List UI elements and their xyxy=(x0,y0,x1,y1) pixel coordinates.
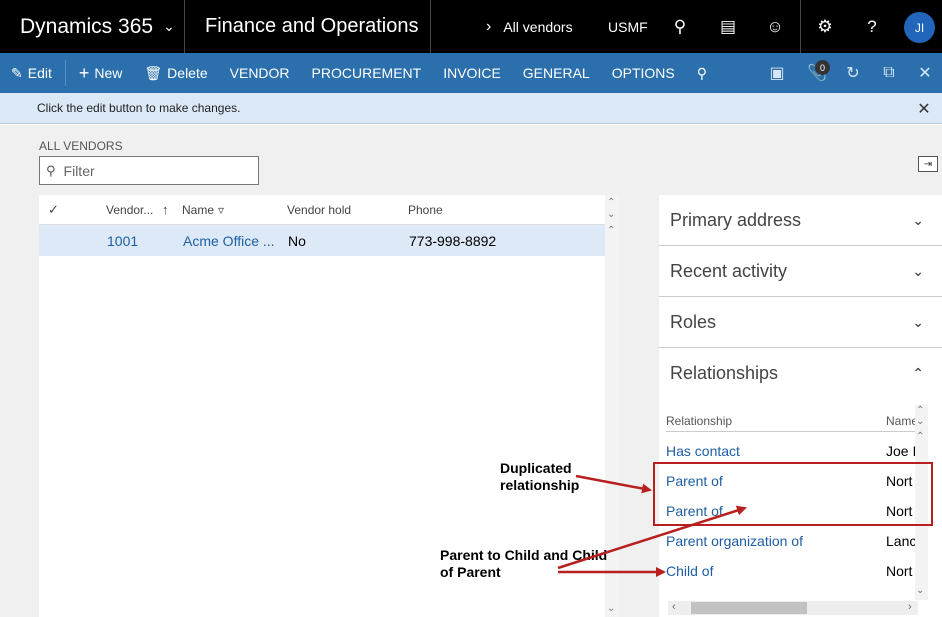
relationship-name: Nort xyxy=(886,563,913,579)
column-phone[interactable]: Phone xyxy=(408,203,443,217)
scrollbar-thumb[interactable] xyxy=(691,602,807,614)
annotation-parent-child: Parent to Child and Child of Parent xyxy=(440,547,607,581)
vendor-hold-value: No xyxy=(288,232,306,249)
filter-input[interactable]: ⚲ Filter xyxy=(39,156,259,185)
annotation-line: Parent to Child and Child xyxy=(440,547,608,563)
filter-funnel-icon[interactable]: ▿ xyxy=(218,203,224,217)
office-icon[interactable]: ▣ xyxy=(760,53,794,93)
edit-label: Edit xyxy=(27,65,52,81)
trash-icon: 🗑 xyxy=(144,64,163,81)
open-new-window-icon[interactable]: ⧉ xyxy=(872,53,906,93)
new-button[interactable]: + New xyxy=(68,53,134,93)
feedback-smiley-icon[interactable]: ☺ xyxy=(755,0,795,53)
relationship-type[interactable]: Child of xyxy=(666,563,713,579)
factbox-recent-activity[interactable]: Recent activity ⌄ xyxy=(659,246,942,297)
refresh-icon[interactable]: ↻ xyxy=(836,53,870,93)
chevron-down-icon: ⌄ xyxy=(912,211,924,228)
chevron-down-icon: ⌄ xyxy=(912,262,924,279)
factbox-relationships[interactable]: Relationships ⌃ xyxy=(659,348,942,399)
factbox-title: Primary address xyxy=(670,209,802,230)
chevron-right-icon: › xyxy=(486,17,492,35)
delete-label: Delete xyxy=(167,65,208,81)
grid-header: ✓ Vendor... ↑ Name ▿ Vendor hold Phone xyxy=(39,195,605,225)
factbox-title: Roles xyxy=(670,311,717,332)
brand-label: Dynamics 365 xyxy=(20,14,154,38)
column-relationship[interactable]: Relationship xyxy=(666,414,732,428)
factbox-pane: Primary address ⌄ Recent activity ⌄ Role… xyxy=(659,195,942,617)
company-picker[interactable]: USMF xyxy=(608,0,648,53)
avatar[interactable]: JI xyxy=(904,12,935,43)
table-row[interactable]: 1001 Acme Office ... No 773-998-8892 xyxy=(39,225,605,256)
chevron-up-icon: ⌃ xyxy=(912,365,924,381)
annotation-duplicated: Duplicated relationship xyxy=(500,460,579,494)
relationship-type[interactable]: Parent organization of xyxy=(666,533,803,549)
table-row[interactable]: Parent organization of Lanc xyxy=(666,533,919,563)
relationship-name: Lanc xyxy=(886,533,917,549)
sort-ascending-icon: ↑ xyxy=(162,202,169,217)
column-vendor-account[interactable]: Vendor... xyxy=(106,203,153,217)
chevron-down-icon: ⌄ xyxy=(912,313,924,330)
column-name[interactable]: Name xyxy=(886,414,918,428)
column-vendor-hold[interactable]: Vendor hold xyxy=(287,203,351,217)
app-name: Finance and Operations xyxy=(185,0,431,53)
list-caption: ALL VENDORS xyxy=(39,139,123,153)
close-icon[interactable]: ✕ xyxy=(908,53,942,93)
edit-button[interactable]: ✎ Edit xyxy=(0,53,63,93)
relationships-grid-header: Relationship Name xyxy=(666,412,919,432)
search-icon[interactable]: ⚲ xyxy=(686,53,718,93)
content-area: ALL VENDORS ⚲ Filter ⇥ ✓ Vendor... ↑ Nam… xyxy=(0,125,942,617)
gear-icon[interactable]: ⚙ xyxy=(805,0,845,53)
tab-procurement[interactable]: PROCUREMENT xyxy=(301,53,433,93)
column-name[interactable]: Name xyxy=(182,203,214,217)
help-icon[interactable]: ? xyxy=(852,0,892,53)
search-icon[interactable]: ⚲ xyxy=(660,0,700,53)
breadcrumb[interactable]: › All vendors xyxy=(486,0,573,53)
message-text: Click the edit button to make changes. xyxy=(37,101,241,115)
factbox-title: Relationships xyxy=(670,363,779,383)
attachment-count-badge: 0 xyxy=(815,60,830,75)
select-all-checkbox[interactable]: ✓ xyxy=(48,202,59,218)
tab-invoice[interactable]: INVOICE xyxy=(432,53,512,93)
tab-options[interactable]: OPTIONS xyxy=(601,53,686,93)
chevron-down-icon: ⌄ xyxy=(163,18,175,34)
annotation-line: relationship xyxy=(500,477,580,493)
annotation-line: of Parent xyxy=(440,564,501,580)
search-icon: ⚲ xyxy=(46,162,56,178)
vendor-name-link[interactable]: Acme Office ... xyxy=(183,233,279,249)
table-row[interactable]: Child of Nort xyxy=(666,563,919,593)
duplicate-highlight-box xyxy=(653,462,933,526)
tab-general[interactable]: GENERAL xyxy=(512,53,601,93)
pencil-icon: ✎ xyxy=(11,64,23,81)
message-icon[interactable]: ▤ xyxy=(708,0,748,53)
factbox-title: Recent activity xyxy=(670,260,788,281)
breadcrumb-label: All vendors xyxy=(503,18,573,35)
new-label: New xyxy=(94,65,123,81)
relationship-type[interactable]: Has contact xyxy=(666,443,740,459)
factbox-toggle-icon[interactable]: ⇥ xyxy=(918,156,938,172)
phone-value: 773-998-8892 xyxy=(409,232,497,249)
brand-menu[interactable]: Dynamics 365 ⌄ xyxy=(0,0,185,53)
tab-vendor[interactable]: VENDOR xyxy=(219,53,301,93)
filter-placeholder: Filter xyxy=(63,162,95,179)
factbox-roles[interactable]: Roles ⌄ xyxy=(659,297,942,348)
close-icon[interactable]: ✕ xyxy=(914,93,934,124)
vendor-account-link[interactable]: 1001 xyxy=(107,233,138,249)
plus-icon: + xyxy=(78,62,90,83)
delete-button[interactable]: 🗑 Delete xyxy=(133,53,218,93)
relationship-name: Joe I xyxy=(886,443,917,459)
annotation-line: Duplicated xyxy=(500,460,572,476)
factbox-primary-address[interactable]: Primary address ⌄ xyxy=(659,195,942,246)
message-bar: Click the edit button to make changes. xyxy=(0,93,942,124)
relationships-horizontal-scrollbar[interactable]: ‹ › xyxy=(668,601,918,615)
